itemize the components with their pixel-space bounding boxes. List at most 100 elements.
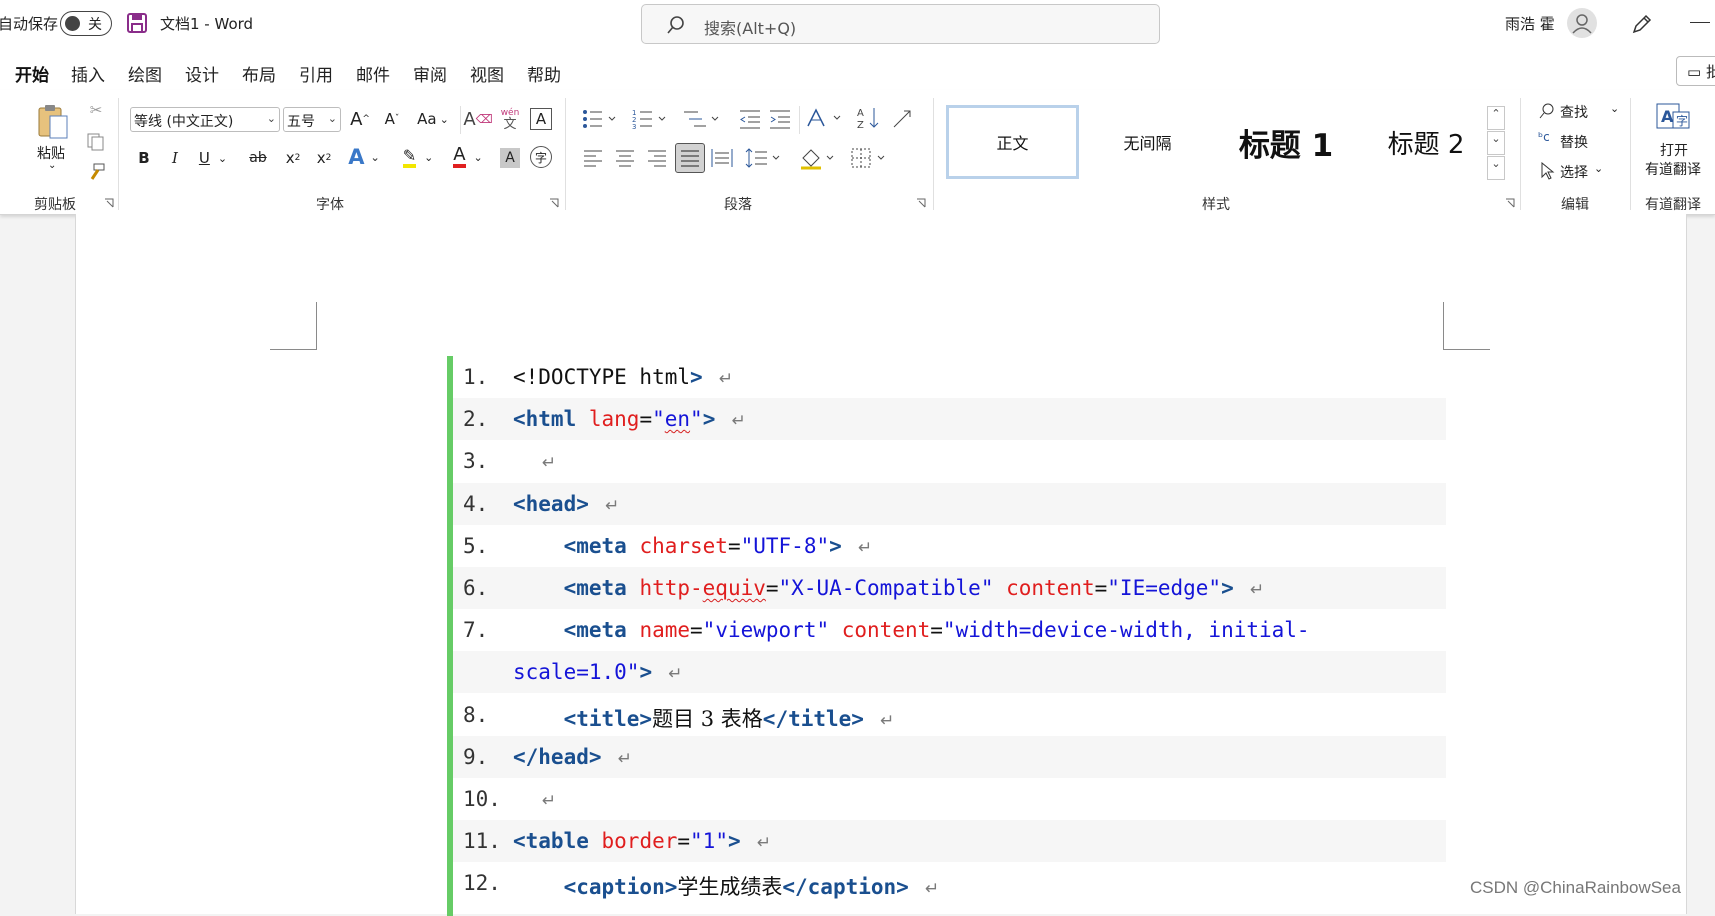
code-line[interactable]: 9. </head> ↵ [453, 735, 1446, 778]
cut-icon[interactable]: ✂ [86, 100, 106, 120]
tab-home[interactable]: 开始 [15, 61, 49, 93]
code-line[interactable]: 2. <html lang="en"> ↵ [453, 398, 1446, 441]
clear-formatting-icon[interactable]: A ⌫ [463, 107, 492, 131]
code-line[interactable]: 3. ↵ [453, 440, 1446, 482]
tab-review[interactable]: 审阅 [413, 61, 447, 86]
comments-button[interactable]: ▭ 批 [1676, 56, 1715, 86]
borders-icon[interactable] [850, 147, 888, 169]
select-button[interactable]: 选择 ⌄ [1536, 160, 1616, 184]
code-line[interactable]: 6. <meta http-equiv="X-UA-Compatible" co… [453, 567, 1446, 609]
pen-icon[interactable] [1630, 12, 1654, 36]
styles-launcher-icon[interactable] [1505, 198, 1515, 208]
numbering-icon[interactable]: 123 [632, 108, 668, 130]
distributed-icon[interactable] [711, 147, 733, 169]
tab-mailings[interactable]: 邮件 [356, 61, 390, 86]
code-line[interactable]: 7. <meta name="viewport" content="width=… [453, 609, 1446, 651]
line-number: 8. [463, 702, 489, 727]
search-box[interactable]: 搜索(Alt+Q) [641, 4, 1160, 44]
style-heading-2[interactable]: 标题 2 [1358, 105, 1494, 179]
find-button[interactable]: 查找 ⌄ [1536, 100, 1626, 124]
style-normal[interactable]: 正文 [946, 105, 1079, 179]
enclose-characters-icon[interactable]: 字 [530, 146, 552, 168]
code-token: 题目 3 表格 [652, 706, 763, 731]
open-translate-label[interactable]: 打开 [1660, 140, 1688, 160]
paragraph-mark-icon: ↵ [601, 748, 632, 769]
character-shading-icon[interactable]: A [500, 148, 520, 168]
replace-button[interactable]: ᵇc 替换 [1536, 130, 1616, 154]
justify-button[interactable] [675, 143, 705, 173]
sort-icon[interactable]: AZ [855, 105, 881, 131]
code-line[interactable]: 5. <meta charset="UTF-8"> ↵ [453, 525, 1446, 567]
user-name[interactable]: 雨浩 霍 [1505, 13, 1555, 34]
watermark: CSDN @ChinaRainbowSea [1470, 878, 1681, 897]
highlight-button[interactable]: ✎ ⌄ [398, 144, 438, 170]
find-label: 查找 [1560, 105, 1588, 121]
subscript-button[interactable]: x2 [282, 146, 304, 170]
paragraph-mark-icon: ↵ [740, 833, 772, 854]
youdao-label[interactable]: 有道翻译 [1645, 159, 1701, 179]
clipboard-launcher-icon[interactable] [104, 198, 114, 208]
font-launcher-icon[interactable] [549, 198, 559, 208]
superscript-button[interactable]: x2 [313, 146, 335, 170]
font-size-dropdown[interactable]: 五号 ⌄ [283, 107, 341, 132]
bold-button[interactable]: B [134, 146, 154, 170]
format-painter-icon[interactable] [86, 162, 106, 182]
show-marks-icon[interactable] [890, 105, 916, 131]
code-line[interactable]: 10. ↵ [453, 778, 1446, 820]
gallery-up-icon[interactable]: ⌃ [1487, 106, 1505, 130]
style-no-spacing[interactable]: 无间隔 [1081, 105, 1214, 179]
tab-references[interactable]: 引用 [299, 61, 333, 86]
style-heading-1[interactable]: 标题 1 [1216, 105, 1356, 179]
code-line[interactable]: scale=1.0"> ↵ [453, 651, 1446, 694]
gallery-down-icon[interactable]: ⌄ [1487, 131, 1505, 155]
font-name-dropdown[interactable]: 等线 (中文正文) ⌄ [130, 107, 280, 132]
gallery-more-icon[interactable]: ⌄ [1487, 156, 1505, 180]
italic-button[interactable]: I [165, 146, 185, 170]
code-line[interactable]: 12. <caption>学生成绩表</caption> ↵ [453, 862, 1446, 904]
multilevel-list-icon[interactable] [682, 108, 722, 130]
code-line[interactable]: 1. <!DOCTYPE html> ↵ [453, 356, 1446, 398]
align-left-icon[interactable] [582, 147, 604, 169]
tab-insert[interactable]: 插入 [71, 61, 105, 86]
tab-draw[interactable]: 绘图 [128, 61, 162, 86]
copy-icon[interactable] [86, 132, 106, 152]
character-shading-glyph: A [505, 150, 515, 166]
character-border-icon[interactable]: A [530, 108, 552, 130]
grow-font-icon[interactable]: A ^ [348, 107, 372, 131]
phonetic-guide-icon[interactable]: wén 文 [497, 104, 523, 134]
change-case-button[interactable]: Aa ⌄ [413, 107, 453, 131]
tab-layout[interactable]: 布局 [242, 61, 276, 86]
code-line[interactable]: 11. <table border="1"> ↵ [453, 820, 1446, 863]
code-line[interactable]: 4. <head> ↵ [453, 482, 1446, 525]
strikethrough-button[interactable]: ab [246, 146, 270, 170]
bullets-icon[interactable] [582, 108, 618, 130]
divider [1630, 98, 1631, 210]
text-direction-icon[interactable] [804, 106, 844, 130]
paste-dropdown-icon[interactable]: ⌄ [48, 160, 56, 171]
code-line[interactable]: 8. <title>题目 3 表格</title> ↵ [453, 694, 1446, 736]
line-spacing-icon[interactable] [745, 147, 783, 169]
increase-indent-icon[interactable] [768, 108, 792, 130]
paste-icon[interactable] [36, 102, 70, 140]
autosave-toggle[interactable]: 关 [60, 11, 112, 36]
shrink-font-icon[interactable]: Aˇ [380, 107, 404, 131]
underline-button[interactable]: U ⌄ [196, 146, 230, 170]
text-effects-button[interactable]: A ⌄ [345, 144, 383, 170]
tab-help[interactable]: 帮助 [527, 61, 561, 86]
tab-design[interactable]: 设计 [185, 61, 219, 86]
paragraph-launcher-icon[interactable] [916, 198, 926, 208]
font-color-button[interactable]: A ⌄ [448, 144, 488, 170]
avatar[interactable] [1567, 8, 1597, 38]
minimize-icon[interactable] [1690, 22, 1710, 23]
line-number: 6. [463, 576, 489, 600]
decrease-indent-icon[interactable] [738, 108, 762, 130]
code-block[interactable]: 1. <!DOCTYPE html> ↵ 2. <html lang="en"> ↵ 3… [447, 356, 1446, 916]
translate-icon[interactable]: A 字 [1655, 102, 1693, 132]
code-token: = [930, 618, 943, 643]
align-right-icon[interactable] [646, 147, 668, 169]
crop-mark [1443, 349, 1490, 350]
save-icon[interactable] [126, 12, 148, 34]
tab-view[interactable]: 视图 [470, 61, 504, 86]
shading-icon[interactable] [799, 146, 839, 170]
align-center-icon[interactable] [614, 147, 636, 169]
